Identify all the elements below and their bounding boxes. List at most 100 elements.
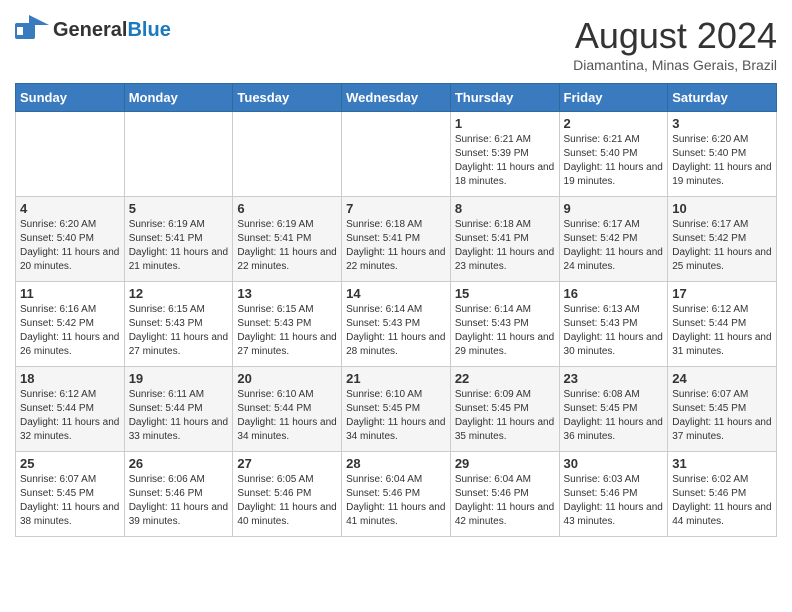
- day-number: 1: [455, 116, 555, 131]
- calendar-cell: 3 Sunrise: 6:20 AM Sunset: 5:40 PM Daylig…: [668, 112, 777, 197]
- calendar-body: 1 Sunrise: 6:21 AM Sunset: 5:39 PM Daylig…: [16, 112, 777, 537]
- day-number: 5: [129, 201, 229, 216]
- day-info: Sunrise: 6:05 AM Sunset: 5:46 PM Dayligh…: [237, 473, 337, 529]
- day-info: Sunrise: 6:14 AM Sunset: 5:43 PM Dayligh…: [455, 303, 555, 359]
- calendar-cell: [124, 112, 233, 197]
- day-info: Sunrise: 6:17 AM Sunset: 5:42 PM Dayligh…: [564, 218, 664, 274]
- calendar-cell: [233, 112, 342, 197]
- day-number: 14: [346, 286, 446, 301]
- calendar-cell: 7 Sunrise: 6:18 AM Sunset: 5:41 PM Daylig…: [342, 197, 451, 282]
- logo: GeneralBlue: [15, 15, 171, 45]
- calendar-cell: 6Sunrise: 6:19 AM Sunset: 5:41 PM Daylig…: [233, 197, 342, 282]
- calendar-cell: 16 Sunrise: 6:13 AM Sunset: 5:43 PM Dayli…: [559, 282, 668, 367]
- calendar-cell: 12Sunrise: 6:15 AM Sunset: 5:43 PM Dayli…: [124, 282, 233, 367]
- day-info: Sunrise: 6:12 AM Sunset: 5:44 PM Dayligh…: [20, 388, 120, 444]
- day-info: Sunrise: 6:15 AM Sunset: 5:43 PM Dayligh…: [129, 303, 229, 359]
- day-header-friday: Friday: [559, 84, 668, 112]
- calendar-cell: 19Sunrise: 6:11 AM Sunset: 5:44 PM Dayli…: [124, 367, 233, 452]
- calendar-cell: 24Sunrise: 6:07 AM Sunset: 5:45 PM Dayli…: [668, 367, 777, 452]
- day-number: 21: [346, 371, 446, 386]
- calendar-cell: 1 Sunrise: 6:21 AM Sunset: 5:39 PM Daylig…: [450, 112, 559, 197]
- calendar-cell: 28 Sunrise: 6:04 AM Sunset: 5:46 PM Dayli…: [342, 452, 451, 537]
- calendar: SundayMondayTuesdayWednesdayThursdayFrid…: [15, 83, 777, 537]
- logo-general: General: [53, 19, 127, 41]
- day-info: Sunrise: 6:15 AM Sunset: 5:43 PM Dayligh…: [237, 303, 337, 359]
- day-info: Sunrise: 6:09 AM Sunset: 5:45 PM Dayligh…: [455, 388, 555, 444]
- logo-blue: Blue: [127, 19, 170, 41]
- day-info: Sunrise: 6:19 AM Sunset: 5:41 PM Dayligh…: [129, 218, 229, 274]
- calendar-cell: 2Sunrise: 6:21 AM Sunset: 5:40 PM Daylig…: [559, 112, 668, 197]
- day-number: 25: [20, 456, 120, 471]
- day-info: Sunrise: 6:21 AM Sunset: 5:39 PM Dayligh…: [455, 133, 555, 189]
- calendar-cell: 18Sunrise: 6:12 AM Sunset: 5:44 PM Dayli…: [16, 367, 125, 452]
- calendar-cell: 21 Sunrise: 6:10 AM Sunset: 5:45 PM Dayli…: [342, 367, 451, 452]
- day-header-sunday: Sunday: [16, 84, 125, 112]
- day-header-saturday: Saturday: [668, 84, 777, 112]
- day-header-monday: Monday: [124, 84, 233, 112]
- day-info: Sunrise: 6:13 AM Sunset: 5:43 PM Dayligh…: [564, 303, 664, 359]
- day-info: Sunrise: 6:18 AM Sunset: 5:41 PM Dayligh…: [455, 218, 555, 274]
- day-number: 26: [129, 456, 229, 471]
- day-info: Sunrise: 6:04 AM Sunset: 5:46 PM Dayligh…: [346, 473, 446, 529]
- day-header-wednesday: Wednesday: [342, 84, 451, 112]
- calendar-cell: 15 Sunrise: 6:14 AM Sunset: 5:43 PM Dayli…: [450, 282, 559, 367]
- day-number: 16: [564, 286, 664, 301]
- day-info: Sunrise: 6:10 AM Sunset: 5:45 PM Dayligh…: [346, 388, 446, 444]
- day-info: Sunrise: 6:03 AM Sunset: 5:46 PM Dayligh…: [564, 473, 664, 529]
- day-info: Sunrise: 6:12 AM Sunset: 5:44 PM Dayligh…: [672, 303, 772, 359]
- day-info: Sunrise: 6:11 AM Sunset: 5:44 PM Dayligh…: [129, 388, 229, 444]
- calendar-cell: 22 Sunrise: 6:09 AM Sunset: 5:45 PM Dayli…: [450, 367, 559, 452]
- day-info: Sunrise: 6:21 AM Sunset: 5:40 PM Dayligh…: [564, 133, 664, 189]
- day-number: 17: [672, 286, 772, 301]
- calendar-cell: 4Sunrise: 6:20 AM Sunset: 5:40 PM Daylig…: [16, 197, 125, 282]
- calendar-cell: 27 Sunrise: 6:05 AM Sunset: 5:46 PM Dayli…: [233, 452, 342, 537]
- calendar-cell: 23Sunrise: 6:08 AM Sunset: 5:45 PM Dayli…: [559, 367, 668, 452]
- day-number: 8: [455, 201, 555, 216]
- calendar-cell: [16, 112, 125, 197]
- day-info: Sunrise: 6:10 AM Sunset: 5:44 PM Dayligh…: [237, 388, 337, 444]
- location: Diamantina, Minas Gerais, Brazil: [573, 57, 777, 73]
- day-number: 28: [346, 456, 446, 471]
- calendar-week-0: 1 Sunrise: 6:21 AM Sunset: 5:39 PM Daylig…: [16, 112, 777, 197]
- calendar-cell: 5 Sunrise: 6:19 AM Sunset: 5:41 PM Daylig…: [124, 197, 233, 282]
- day-number: 15: [455, 286, 555, 301]
- day-number: 27: [237, 456, 337, 471]
- calendar-cell: [342, 112, 451, 197]
- calendar-cell: 29 Sunrise: 6:04 AM Sunset: 5:46 PM Dayli…: [450, 452, 559, 537]
- calendar-cell: 20Sunrise: 6:10 AM Sunset: 5:44 PM Dayli…: [233, 367, 342, 452]
- calendar-week-3: 18Sunrise: 6:12 AM Sunset: 5:44 PM Dayli…: [16, 367, 777, 452]
- day-number: 31: [672, 456, 772, 471]
- day-number: 7: [346, 201, 446, 216]
- day-info: Sunrise: 6:14 AM Sunset: 5:43 PM Dayligh…: [346, 303, 446, 359]
- day-info: Sunrise: 6:16 AM Sunset: 5:42 PM Dayligh…: [20, 303, 120, 359]
- calendar-cell: 25 Sunrise: 6:07 AM Sunset: 5:45 PM Dayli…: [16, 452, 125, 537]
- day-info: Sunrise: 6:17 AM Sunset: 5:42 PM Dayligh…: [672, 218, 772, 274]
- day-info: Sunrise: 6:19 AM Sunset: 5:41 PM Dayligh…: [237, 218, 337, 274]
- day-number: 13: [237, 286, 337, 301]
- calendar-cell: 26Sunrise: 6:06 AM Sunset: 5:46 PM Dayli…: [124, 452, 233, 537]
- day-number: 29: [455, 456, 555, 471]
- day-number: 10: [672, 201, 772, 216]
- calendar-week-2: 11Sunrise: 6:16 AM Sunset: 5:42 PM Dayli…: [16, 282, 777, 367]
- header: GeneralBlue August 2024 Diamantina, Mina…: [15, 15, 777, 73]
- calendar-header-row: SundayMondayTuesdayWednesdayThursdayFrid…: [16, 84, 777, 112]
- calendar-cell: 10 Sunrise: 6:17 AM Sunset: 5:42 PM Dayli…: [668, 197, 777, 282]
- day-info: Sunrise: 6:04 AM Sunset: 5:46 PM Dayligh…: [455, 473, 555, 529]
- calendar-cell: 17 Sunrise: 6:12 AM Sunset: 5:44 PM Dayli…: [668, 282, 777, 367]
- month-title: August 2024: [573, 15, 777, 57]
- day-header-tuesday: Tuesday: [233, 84, 342, 112]
- day-info: Sunrise: 6:07 AM Sunset: 5:45 PM Dayligh…: [20, 473, 120, 529]
- calendar-cell: 9 Sunrise: 6:17 AM Sunset: 5:42 PM Daylig…: [559, 197, 668, 282]
- day-number: 3: [672, 116, 772, 131]
- calendar-week-1: 4Sunrise: 6:20 AM Sunset: 5:40 PM Daylig…: [16, 197, 777, 282]
- day-number: 24: [672, 371, 772, 386]
- day-info: Sunrise: 6:20 AM Sunset: 5:40 PM Dayligh…: [672, 133, 772, 189]
- day-info: Sunrise: 6:18 AM Sunset: 5:41 PM Dayligh…: [346, 218, 446, 274]
- logo-icon: [15, 15, 49, 45]
- calendar-cell: 30Sunrise: 6:03 AM Sunset: 5:46 PM Dayli…: [559, 452, 668, 537]
- day-number: 22: [455, 371, 555, 386]
- calendar-cell: 11Sunrise: 6:16 AM Sunset: 5:42 PM Dayli…: [16, 282, 125, 367]
- day-number: 9: [564, 201, 664, 216]
- title-area: August 2024 Diamantina, Minas Gerais, Br…: [573, 15, 777, 73]
- calendar-cell: 13 Sunrise: 6:15 AM Sunset: 5:43 PM Dayli…: [233, 282, 342, 367]
